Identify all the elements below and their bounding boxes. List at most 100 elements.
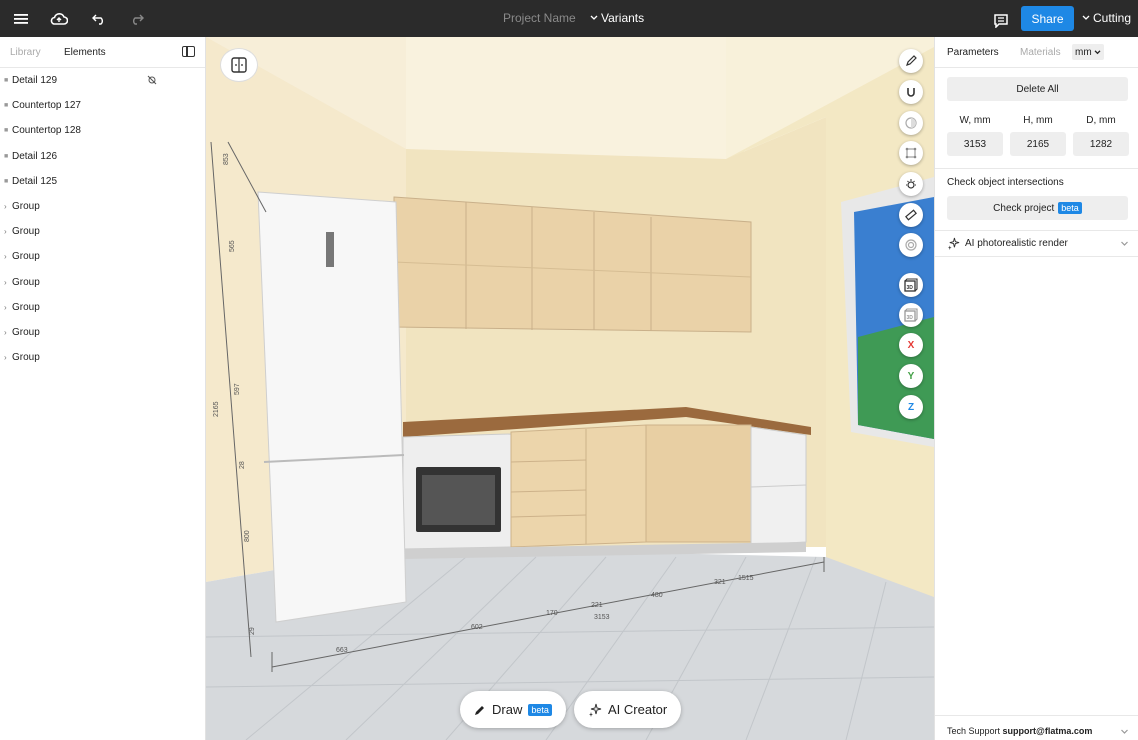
split-view-button[interactable] xyxy=(220,48,258,82)
cutting-label: Cutting xyxy=(1093,11,1132,25)
chevron-down-icon xyxy=(590,15,598,20)
tab-elements[interactable]: Elements xyxy=(64,47,106,58)
dim-4: 28 xyxy=(239,461,246,469)
width-field[interactable]: 3153 xyxy=(947,132,1003,156)
caret-right-icon[interactable]: › xyxy=(4,252,12,261)
caret-right-icon[interactable]: › xyxy=(4,328,12,337)
bullet-icon: ■ xyxy=(4,102,9,110)
view-3d-alt-icon[interactable]: 3D xyxy=(899,303,923,327)
caret-right-icon[interactable]: › xyxy=(4,303,12,312)
tree-group[interactable]: › Group xyxy=(0,270,205,295)
chevron-down-icon xyxy=(1082,15,1090,20)
caret-right-icon[interactable]: › xyxy=(4,227,12,236)
right-tabs: Parameters Materials mm xyxy=(935,37,1138,68)
ai-creator-button[interactable]: AI Creator xyxy=(574,691,682,728)
tree-group[interactable]: › Group xyxy=(0,345,205,370)
tree-item-label: Group xyxy=(12,352,40,364)
tab-parameters[interactable]: Parameters xyxy=(947,47,999,58)
tree-group[interactable]: › Group xyxy=(0,244,205,269)
ai-render-label: AI photorealistic render xyxy=(965,238,1068,249)
lower-cabinets[interactable] xyxy=(402,424,807,559)
tree-group[interactable]: › Group xyxy=(0,295,205,320)
dim-2: 565 xyxy=(229,240,236,252)
draw-button[interactable]: Draw beta xyxy=(460,691,566,728)
cloud-save-icon[interactable] xyxy=(48,8,70,30)
hidden-eye-icon[interactable] xyxy=(146,74,158,86)
z-axis-button[interactable]: Z xyxy=(899,395,923,419)
ruler-icon[interactable] xyxy=(899,203,923,227)
tree-group[interactable]: › Group xyxy=(0,320,205,345)
tree-item-label: Group xyxy=(12,251,40,263)
fridge[interactable] xyxy=(257,191,407,623)
caret-right-icon[interactable]: › xyxy=(4,278,12,287)
tree-item-label: Detail 125 xyxy=(12,175,58,187)
intersections-label: Check object intersections xyxy=(947,177,1064,188)
tree-item[interactable]: ■ Detail 126 xyxy=(0,144,205,169)
support-email[interactable]: support@flatma.com xyxy=(1003,726,1093,736)
dim-f6: 321 xyxy=(714,579,726,586)
undo-icon[interactable] xyxy=(88,8,110,30)
dim-floor-total: 3153 xyxy=(594,614,610,621)
left-tabs: Library Elements xyxy=(0,37,205,68)
ai-render-accordion[interactable]: AI photorealistic render xyxy=(947,237,1129,250)
tab-library[interactable]: Library xyxy=(10,47,41,58)
tree-item-label: Group xyxy=(12,301,40,313)
sparkle-icon xyxy=(947,237,960,250)
tree-group[interactable]: › Group xyxy=(0,194,205,219)
bullet-icon: ■ xyxy=(4,127,9,135)
3d-viewport[interactable]: 2165 853 565 597 28 800 29 663 602 170 2… xyxy=(206,37,934,740)
check-project-button[interactable]: Check project beta xyxy=(947,196,1128,220)
dim-6: 29 xyxy=(249,627,256,635)
dim-f3: 170 xyxy=(546,610,558,617)
dim-5: 800 xyxy=(244,530,251,542)
pencil-icon[interactable] xyxy=(899,49,923,73)
pencil-icon xyxy=(475,705,484,715)
dim-1: 853 xyxy=(223,153,230,165)
contrast-icon[interactable] xyxy=(899,111,923,135)
dim-f1: 663 xyxy=(336,647,348,654)
delete-all-button[interactable]: Delete All xyxy=(947,77,1128,101)
target-icon[interactable] xyxy=(899,233,923,257)
tree-item[interactable]: ■ Countertop 128 xyxy=(0,118,205,143)
project-name[interactable]: Project Name xyxy=(503,11,576,25)
variants-dropdown[interactable]: Variants xyxy=(590,11,644,25)
view-3d-icon[interactable]: 3D xyxy=(899,273,923,297)
tree-group[interactable]: › Group xyxy=(0,219,205,244)
light-icon[interactable] xyxy=(899,172,923,196)
beta-badge: beta xyxy=(1058,202,1082,214)
cutting-dropdown[interactable]: Cutting xyxy=(1082,11,1131,25)
redo-icon[interactable] xyxy=(126,8,148,30)
tree-item-label: Countertop 127 xyxy=(12,100,81,112)
divider xyxy=(935,168,1138,169)
comments-icon[interactable] xyxy=(990,9,1012,31)
parameters-panel: Parameters Materials mm Delete All W, mm… xyxy=(934,37,1138,740)
divider xyxy=(935,256,1138,257)
x-axis-button[interactable]: X xyxy=(899,333,923,357)
tree-item[interactable]: ■ Detail 125 xyxy=(0,169,205,194)
ai-creator-label: AI Creator xyxy=(608,702,668,717)
tree-item[interactable]: ■ Countertop 127 xyxy=(0,93,205,118)
bounding-box-icon[interactable] xyxy=(899,141,923,165)
menu-icon[interactable] xyxy=(10,8,32,30)
tree-item-label: Group xyxy=(12,226,40,238)
tree-item[interactable]: ■ Detail 129 xyxy=(0,68,205,93)
tech-support[interactable]: Tech Support support@flatma.com xyxy=(947,726,1092,736)
unit-select[interactable]: mm xyxy=(1072,44,1104,60)
panel-toggle-icon[interactable] xyxy=(182,46,195,57)
tree-item-label: Detail 129 xyxy=(12,75,58,87)
caret-right-icon[interactable]: › xyxy=(4,202,12,211)
tab-materials[interactable]: Materials xyxy=(1020,47,1061,58)
y-axis-button[interactable]: Y xyxy=(899,364,923,388)
svg-text:3D: 3D xyxy=(907,315,914,321)
chevron-down-icon xyxy=(1094,49,1101,54)
kitchen-scene[interactable]: 2165 853 565 597 28 800 29 663 602 170 2… xyxy=(206,37,934,740)
share-button[interactable]: Share xyxy=(1021,6,1074,31)
divider xyxy=(935,230,1138,231)
tree-item-label: Group xyxy=(12,326,40,338)
height-field[interactable]: 2165 xyxy=(1010,132,1066,156)
chevron-down-icon[interactable] xyxy=(1120,729,1129,735)
caret-right-icon[interactable]: › xyxy=(4,353,12,362)
tree-item-label: Group xyxy=(12,201,40,213)
magnet-icon[interactable] xyxy=(899,80,923,104)
depth-field[interactable]: 1282 xyxy=(1073,132,1129,156)
